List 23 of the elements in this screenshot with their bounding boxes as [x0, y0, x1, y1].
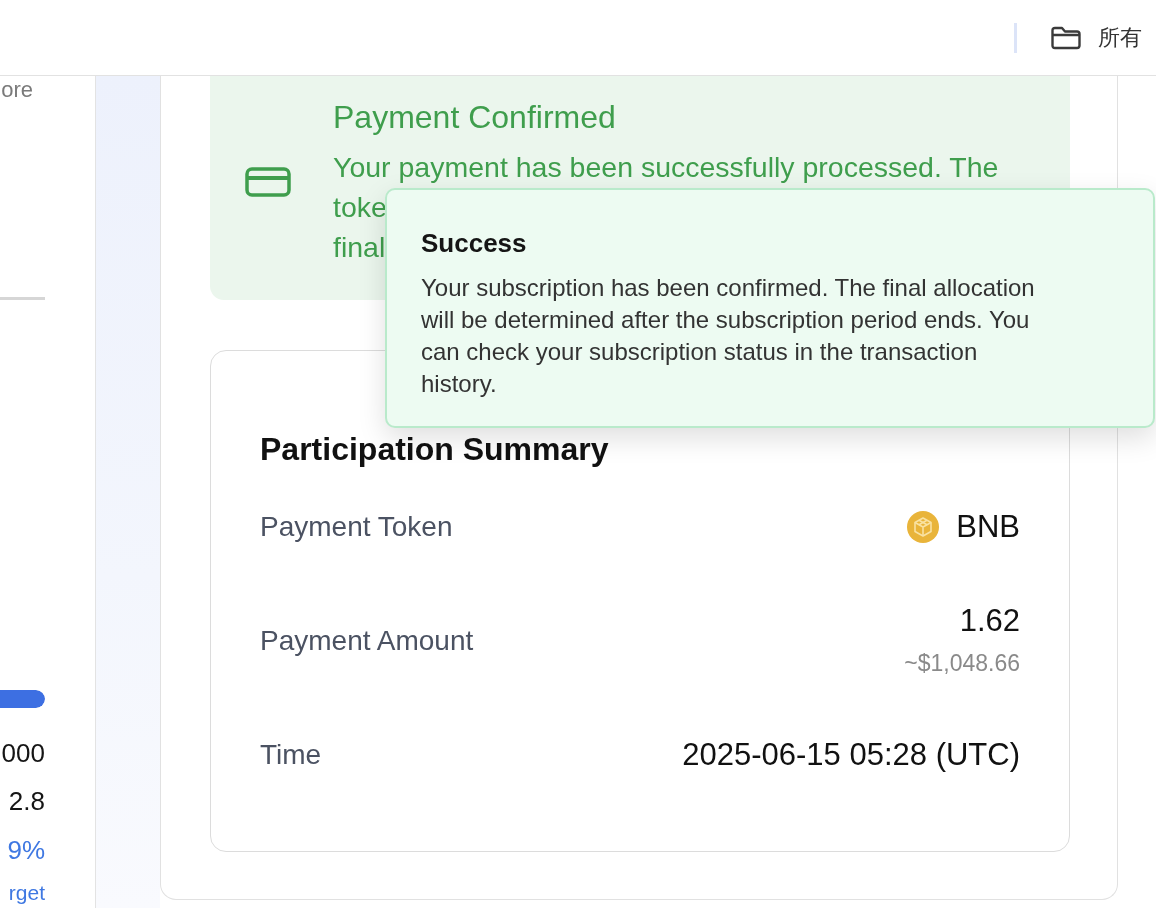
row-label: Payment Amount	[260, 624, 474, 658]
toast-message: Your subscription has been confirmed. The final allocation will be determined after the subscription period ends. You can check your subscription status in the transaction history.	[421, 273, 1036, 399]
row-value: 1.62	[959, 604, 1020, 638]
stat-caption: rget	[8, 880, 45, 906]
toast-title: Success	[421, 228, 528, 258]
coin-icon	[907, 511, 940, 543]
row-label: Time	[260, 738, 322, 772]
alert-text-line: final	[333, 230, 386, 265]
row-value: 2025-06-15 05:28 (UTC)	[682, 738, 1020, 772]
alert-text-line: toke	[333, 190, 387, 225]
credit-card-icon	[245, 167, 291, 197]
alert-title: Payment Confirmed	[333, 98, 616, 137]
stat-percent: 9%	[7, 835, 45, 865]
usd-estimate: ~$1,048.66	[904, 649, 1020, 678]
bookmarks-folder-button[interactable]: 所有	[1050, 21, 1142, 54]
summary-title: Participation Summary	[260, 431, 610, 467]
stat-value: 000	[1, 738, 45, 768]
alert-text-line: Your payment has been successfully processed. The	[333, 150, 999, 185]
row-value: BNB	[956, 510, 1020, 544]
side-panel-text: ore	[1, 78, 33, 102]
folder-icon	[1050, 25, 1082, 50]
stat-value: 2.8	[8, 786, 45, 816]
row-label: Payment Token	[260, 510, 453, 544]
